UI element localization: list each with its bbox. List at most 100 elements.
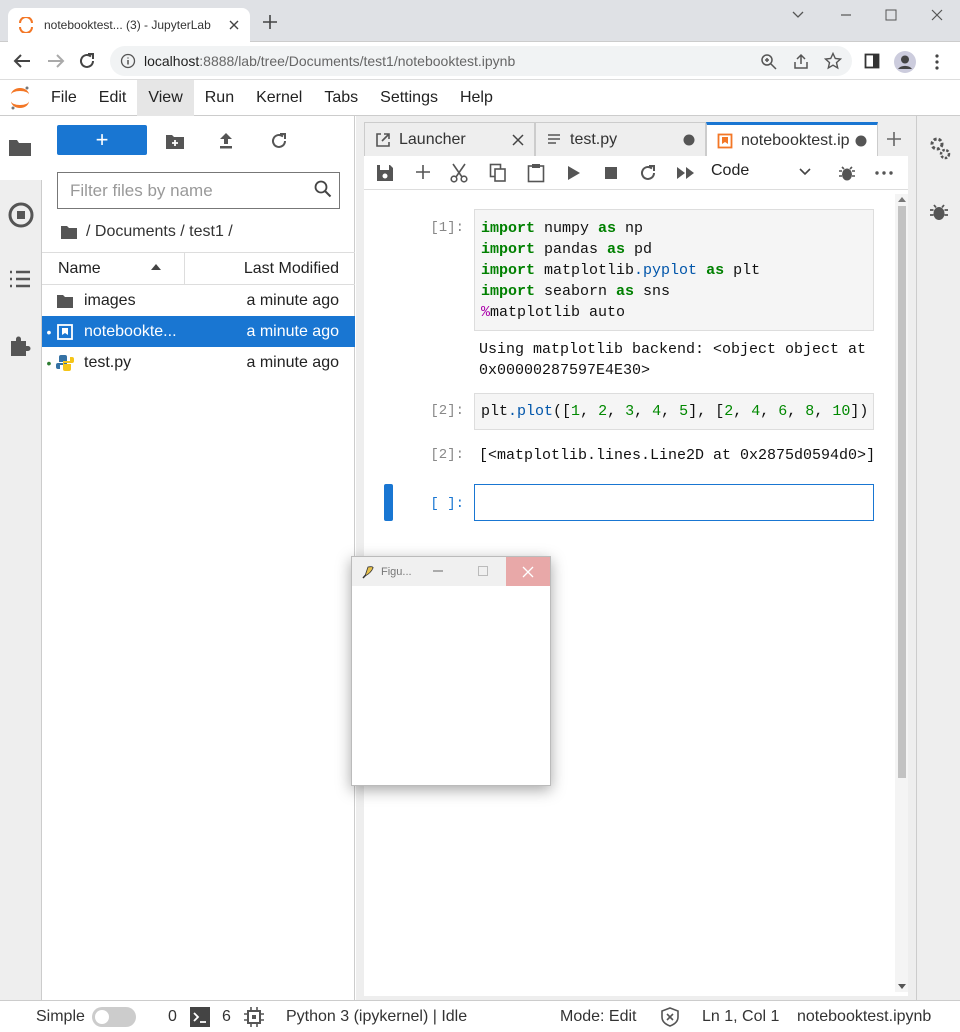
- menu-edit[interactable]: Edit: [88, 80, 138, 116]
- forward-icon[interactable]: [46, 52, 66, 70]
- close-icon[interactable]: [228, 19, 240, 31]
- code-cell-1[interactable]: import numpy as np import pandas as pd i…: [474, 209, 874, 331]
- scrollbar-thumb[interactable]: [898, 206, 906, 778]
- simple-mode-toggle[interactable]: [92, 1007, 136, 1027]
- info-icon[interactable]: [120, 53, 136, 69]
- restart-icon[interactable]: [639, 164, 657, 182]
- new-tab-icon[interactable]: [262, 14, 278, 30]
- paste-icon[interactable]: [527, 163, 545, 183]
- copy-icon[interactable]: [489, 163, 507, 183]
- running-indicator: •: [46, 354, 52, 371]
- scroll-up-icon[interactable]: [898, 196, 906, 202]
- file-modified: a minute ago: [246, 322, 339, 340]
- status-file-name: notebooktest.ipynb: [797, 1008, 932, 1025]
- figure-titlebar[interactable]: Figu...: [352, 557, 550, 586]
- minimize-icon[interactable]: [838, 8, 854, 22]
- property-inspector-gears-icon[interactable]: [928, 135, 952, 161]
- menu-view[interactable]: View: [137, 79, 194, 116]
- more-options-icon[interactable]: [875, 171, 893, 175]
- back-icon[interactable]: [12, 52, 32, 70]
- browser-tabstrip: notebooktest... (3) - JupyterLab: [0, 0, 960, 42]
- minimize-icon[interactable]: [432, 565, 444, 577]
- tab-launcher[interactable]: Launcher: [364, 122, 535, 156]
- file-row-images[interactable]: images a minute ago: [42, 285, 355, 316]
- new-launcher-button[interactable]: +: [57, 125, 147, 155]
- code-cell-3-editor[interactable]: [474, 484, 874, 521]
- cut-icon[interactable]: [450, 163, 468, 183]
- maximize-icon[interactable]: [884, 8, 898, 22]
- breadcrumb-path[interactable]: / Documents / test1 /: [86, 223, 233, 241]
- save-icon[interactable]: [376, 164, 394, 182]
- debugger-bug-icon[interactable]: [838, 164, 856, 182]
- profile-avatar-icon[interactable]: [893, 50, 917, 74]
- reload-icon[interactable]: [78, 52, 96, 70]
- tab-label: test.py: [570, 130, 618, 148]
- extension-puzzle-icon[interactable]: [8, 334, 34, 360]
- file-row-testpy[interactable]: • test.py a minute ago: [42, 347, 355, 378]
- menu-run[interactable]: Run: [194, 80, 245, 116]
- url-field[interactable]: localhost:8888/lab/tree/Documents/test1/…: [110, 46, 852, 76]
- chevron-down-icon[interactable]: [798, 167, 812, 177]
- column-name-header[interactable]: Name: [58, 260, 101, 278]
- close-icon: [522, 566, 534, 578]
- column-modified-header[interactable]: Last Modified: [244, 260, 339, 278]
- menu-file[interactable]: File: [40, 80, 88, 116]
- share-icon[interactable]: [792, 53, 810, 71]
- cursor-position[interactable]: Ln 1, Col 1: [702, 1008, 779, 1026]
- browser-tab-title: notebooktest... (3) - JupyterLab: [44, 18, 211, 32]
- refresh-icon[interactable]: [270, 132, 288, 150]
- upload-icon[interactable]: [218, 132, 234, 150]
- code-cell-2[interactable]: plt.plot([1, 2, 3, 4, 5], [2, 4, 6, 8, 1…: [474, 393, 874, 430]
- stop-icon[interactable]: [604, 166, 618, 180]
- tab-notebooktest[interactable]: notebooktest.ip: [706, 122, 878, 157]
- debugger-bug-icon[interactable]: [929, 202, 949, 222]
- add-cell-icon[interactable]: [415, 164, 431, 180]
- menu-tabs[interactable]: Tabs: [313, 80, 369, 116]
- close-icon[interactable]: [512, 133, 524, 146]
- terminal-count[interactable]: 0: [168, 1008, 177, 1026]
- cell-type-select[interactable]: Code: [711, 162, 749, 180]
- run-icon[interactable]: [567, 165, 581, 181]
- browser-tab[interactable]: notebooktest... (3) - JupyterLab: [8, 8, 250, 42]
- new-folder-icon[interactable]: [165, 132, 185, 150]
- menu-help[interactable]: Help: [449, 80, 504, 116]
- table-of-contents-icon[interactable]: [8, 268, 34, 294]
- unsaved-dot-icon[interactable]: [683, 134, 695, 146]
- figure-window[interactable]: Figu...: [351, 556, 551, 786]
- running-indicator: •: [46, 323, 52, 340]
- maximize-icon[interactable]: [477, 565, 489, 577]
- kernel-status[interactable]: Python 3 (ipykernel) | Idle: [286, 1008, 467, 1026]
- kernel-chip-icon[interactable]: [244, 1007, 264, 1027]
- window-close-icon[interactable]: [930, 8, 944, 22]
- folder-icon[interactable]: [60, 224, 78, 240]
- star-icon[interactable]: [824, 52, 842, 70]
- menu-settings[interactable]: Settings: [369, 80, 449, 116]
- terminal-icon[interactable]: [190, 1007, 210, 1027]
- cell-output-1: Using matplotlib backend: <object object…: [479, 341, 867, 379]
- kernel-count[interactable]: 6: [222, 1008, 231, 1026]
- figure-close-button[interactable]: [506, 557, 550, 586]
- breadcrumb: / Documents / test1 /: [60, 220, 233, 244]
- menu-kernel[interactable]: Kernel: [245, 80, 313, 116]
- filter-files-input[interactable]: Filter files by name: [57, 172, 340, 209]
- add-tab-icon[interactable]: [886, 131, 902, 147]
- file-name: images: [84, 291, 136, 309]
- file-list-header: Name Last Modified: [42, 252, 355, 285]
- file-row-notebook[interactable]: • notebookte... a minute ago: [42, 316, 355, 347]
- kebab-menu-icon[interactable]: [934, 53, 940, 71]
- unsaved-dot-icon[interactable]: [855, 135, 867, 147]
- zoom-icon[interactable]: [760, 53, 778, 71]
- folder-icon[interactable]: [8, 136, 34, 162]
- side-panel-icon[interactable]: [864, 53, 880, 69]
- running-stop-icon[interactable]: [8, 202, 34, 228]
- file-modified: a minute ago: [246, 353, 339, 371]
- cell-input-prompt: [2]:: [430, 403, 464, 419]
- right-sidebar: [916, 116, 960, 1000]
- scroll-down-icon[interactable]: [898, 984, 906, 990]
- fast-forward-icon[interactable]: [676, 166, 696, 180]
- trusted-shield-icon[interactable]: [661, 1007, 679, 1027]
- chevron-down-icon[interactable]: [790, 8, 806, 22]
- scrollbar-track[interactable]: [895, 194, 908, 992]
- folder-icon: [56, 293, 74, 309]
- tab-test-py[interactable]: test.py: [535, 122, 706, 156]
